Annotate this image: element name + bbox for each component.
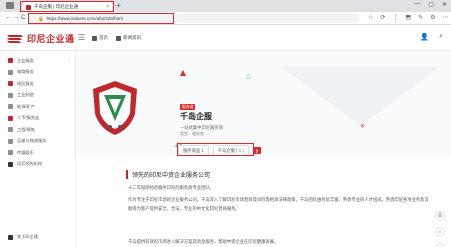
tab-close-icon[interactable]: × <box>106 4 112 10</box>
site-logo[interactable]: 印尼企业通 <box>6 32 75 45</box>
top-nav: 首页 新闻资讯 <box>92 35 141 41</box>
truck-icon <box>8 138 13 144</box>
star-icon[interactable]: ☆ <box>368 14 373 21</box>
media-icon <box>8 150 13 156</box>
home-icon <box>92 35 97 41</box>
description-paragraph: 千岛提供有效的市场进入解决方案及资金服务，帮助中资企业在印尼健康发展。 <box>128 239 279 244</box>
company-link-button[interactable]: 千岛企服 ( 1 ) <box>212 145 249 156</box>
chevron-right-icon: › <box>67 58 69 64</box>
sidebar-item-label: 运输与物流服务 <box>17 138 47 144</box>
company-name: 千岛企服 <box>180 112 212 121</box>
energy-icon <box>8 104 13 110</box>
contact-icon[interactable]: ❯ <box>252 147 261 154</box>
url-text: https://www.indoent.com/abo/228/html <box>46 16 123 21</box>
edit-icon[interactable]: ✎ <box>418 14 423 21</box>
sidebar-item-label: 地区服务 <box>17 80 34 86</box>
hero-button-row: 服务商品 1 千岛企服 ( 1 ) ❯ <box>178 145 261 156</box>
description-paragraph: 作为专注于印尼市场的企业服务公司，千岛深入了解印尼市场营商及风险等相关法律政策，… <box>128 197 428 202</box>
decor-green-triangle: △ <box>246 74 251 80</box>
window-menu-icon[interactable] <box>6 2 14 9</box>
sidebar-item-institutions[interactable]: 印尼领先机构 <box>0 159 75 171</box>
briefcase-icon <box>8 58 13 64</box>
user-icon[interactable]: 👤 <box>420 33 429 41</box>
sidebar-item-label: 二手/服务业 <box>17 115 40 121</box>
browser-tab-bar: 千岛企服 | 印尼企业通 × + — ▢ ✕ <box>0 0 451 12</box>
decor-red-triangle <box>180 70 186 76</box>
sidebar-item-label: 电商服务 <box>17 69 34 75</box>
nav-news-label: 新闻资讯 <box>123 35 141 40</box>
address-bar-row: ← → C 🔒 https://www.indoent.com/abo/228/… <box>0 12 451 25</box>
close-window-button[interactable]: ✕ <box>442 1 447 8</box>
news-icon <box>116 35 121 41</box>
floating-tools: ☰ ⌕ ↑ <box>435 211 445 247</box>
company-hero: △ ✕ 服务商 千岛企服 一站式集中印尼服务商 类型：服务商... 服务商品 1… <box>76 51 451 156</box>
sidebar-item-ecommerce[interactable]: 电商服务 <box>0 67 75 79</box>
lock-icon: 🔒 <box>38 15 44 21</box>
list-icon[interactable]: ☰ <box>435 211 445 221</box>
company-type-badge: 服务商 <box>180 104 196 110</box>
company-description: 领先的印尼中资企业服务公司 十二年国际经验服务印尼的服务商专业团队。 作为专注于… <box>76 156 451 247</box>
sidebar-item-logistics[interactable]: 运输与物流服务 <box>0 136 75 148</box>
sidebar-item-enterprise[interactable]: 企业服务 › <box>0 55 75 67</box>
back-button[interactable]: ← <box>5 14 12 21</box>
service-products-button[interactable]: 服务商品 1 <box>178 145 209 156</box>
sidebar-item-construction[interactable]: 工程/建筑 <box>0 124 75 136</box>
factory-icon <box>8 92 13 98</box>
sidebar-item-label: 印尼领先机构 <box>17 161 43 167</box>
institution-icon <box>8 161 13 167</box>
forward-button[interactable]: → <box>13 14 20 21</box>
more-icon[interactable]: ⋮ <box>392 14 398 21</box>
logo-text: 印尼企业通 <box>27 34 75 44</box>
description-paragraph: 十二年国际经验服务印尼的服务商专业团队。 <box>128 185 214 190</box>
menu-icon[interactable]: ⋯ <box>443 14 449 21</box>
logo-mark-icon <box>7 34 23 43</box>
nav-news[interactable]: 新闻资讯 <box>116 35 141 41</box>
settings-icon[interactable]: ⚙ <box>430 14 435 21</box>
sidebar-item-label: 企业服务 <box>17 57 34 63</box>
sidebar-item-energy[interactable]: 能源/矿产 <box>0 101 75 113</box>
flag-icon <box>8 234 13 240</box>
sidebar-item-media[interactable]: 传媒娱乐 <box>0 147 75 159</box>
sidebar-icon[interactable]: ⬒ <box>405 14 411 21</box>
refresh-icon[interactable]: ⟳ <box>380 14 385 21</box>
description-paragraph: 能够为客户提供安全、合法、专业的中文化印尼营商服务。 <box>128 206 240 211</box>
sidebar-item-label: 传媒娱乐 <box>17 149 34 155</box>
url-field[interactable]: 🔒 https://www.indoent.com/abo/228/html <box>30 14 360 23</box>
sidebar-item-about[interactable]: 关于印企通 <box>8 234 38 240</box>
header-actions: 👤 ⌕ <box>420 33 443 41</box>
sidebar-item-secondhand[interactable]: 二手/服务业 <box>0 113 75 125</box>
building-icon <box>8 127 13 133</box>
nav-home-label: 首页 <box>99 35 108 40</box>
search-icon[interactable]: ⌕ <box>439 33 443 41</box>
sidebar-item-label: 能源/矿产 <box>17 103 35 109</box>
sidebar-item-manufacturing[interactable]: 工业制造 <box>0 90 75 102</box>
search-float-icon[interactable]: ⌕ <box>435 227 445 237</box>
shield-logo-icon <box>93 81 137 135</box>
sidebar-item-label: 工程/建筑 <box>17 126 35 132</box>
browser-tab[interactable]: 千岛企服 | 印尼企业通 × <box>22 2 112 12</box>
maximize-button[interactable]: ▢ <box>428 1 434 8</box>
reload-button[interactable]: C <box>21 14 26 21</box>
nav-home[interactable]: 首页 <box>92 35 108 41</box>
recycle-icon <box>8 115 13 121</box>
tab-title: 千岛企服 | 印尼企业通 <box>34 4 79 9</box>
window-controls: — ▢ ✕ <box>414 1 447 8</box>
decor-x-mark: ✕ <box>360 124 366 130</box>
browser-toolbar: ☆ ⟳ ⋮ ⬒ ✎ ⚙ ⋯ <box>368 14 449 21</box>
company-meta: 类型：服务商... <box>180 131 208 136</box>
site-header: 印尼企业通 ☰ 首页 新闻资讯 👤 ⌕ <box>0 25 451 51</box>
sidebar: 企业服务 › 电商服务 地区服务 工业制造 能源/矿产 二手/服务业 工程/建筑… <box>0 51 76 247</box>
section-title: 领先的印尼中资企业服务公司 <box>126 170 210 179</box>
location-icon <box>8 81 13 87</box>
minimize-button[interactable]: — <box>414 1 420 8</box>
new-tab-button[interactable]: + <box>116 1 121 10</box>
hamburger-icon[interactable]: ☰ <box>78 33 85 42</box>
back-to-top-icon[interactable]: ↑ <box>435 243 445 247</box>
hero-decor-triangle <box>281 66 441 126</box>
sidebar-about-label: 关于印企通 <box>17 234 38 239</box>
cart-icon <box>8 69 13 75</box>
favicon-icon <box>26 4 31 10</box>
sidebar-item-label: 工业制造 <box>17 92 34 98</box>
sidebar-item-region[interactable]: 地区服务 <box>0 78 75 90</box>
